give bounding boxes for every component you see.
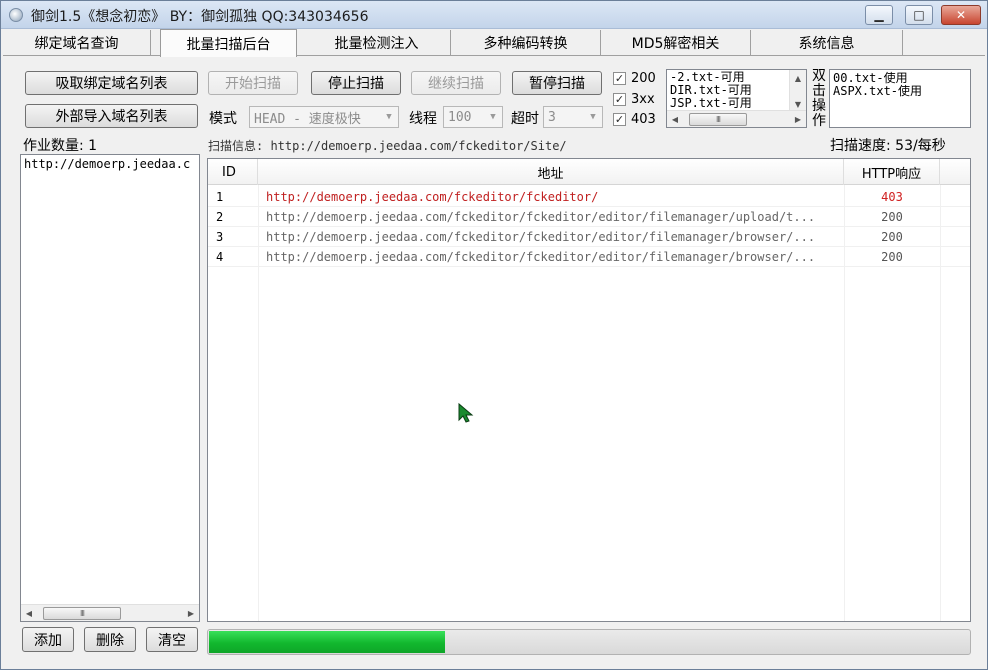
app-icon [9, 8, 23, 22]
row-id: 1 [216, 190, 224, 204]
stop-scan-button[interactable]: 停止扫描 [311, 71, 401, 95]
row-id: 2 [216, 210, 224, 224]
continue-scan-button[interactable]: 继续扫描 [411, 71, 501, 95]
row-id: 3 [216, 230, 224, 244]
tab-strip: 绑定域名查询 批量扫描后台 批量检测注入 多种编码转换 MD5解密相关 系统信息 [3, 29, 985, 57]
add-button[interactable]: 添加 [22, 627, 74, 652]
domain-list[interactable]: http://demoerp.jeedaa.c ◀ III ▶ [20, 154, 200, 622]
threads-select-value: 100 [448, 109, 472, 125]
row-url: http://demoerp.jeedaa.com/fckeditor/fcke… [266, 250, 816, 264]
in-use-dict-list[interactable]: 00.txt-使用 ASPX.txt-使用 [829, 69, 971, 128]
chevron-down-icon[interactable]: ▼ [584, 107, 602, 127]
timeout-label: 超时 [511, 111, 539, 127]
minimize-button[interactable]: ▁ [865, 5, 893, 25]
import-domain-list-button[interactable]: 外部导入域名列表 [25, 104, 198, 128]
checkbox-403[interactable]: ✓ [613, 112, 626, 126]
tab-domain-query[interactable]: 绑定域名查询 [3, 30, 151, 56]
clear-button[interactable]: 清空 [146, 627, 198, 652]
filter-3xx[interactable]: ✓ 3xx [613, 90, 655, 108]
filter-200-label: 200 [631, 70, 656, 86]
row-url: http://demoerp.jeedaa.com/fckeditor/fcke… [266, 210, 816, 224]
timeout-select[interactable]: 3 ▼ [543, 106, 603, 128]
scroll-up-icon[interactable]: ▲ [790, 70, 806, 86]
tab-batch-scan[interactable]: 批量扫描后台 [160, 29, 297, 57]
delete-button[interactable]: 删除 [84, 627, 136, 652]
table-row[interactable]: 2 http://demoerp.jeedaa.com/fckeditor/fck… [208, 207, 970, 227]
tab-md5[interactable]: MD5解密相关 [601, 30, 751, 56]
timeout-select-value: 3 [548, 109, 556, 125]
double-click-hint: 双击操作 [812, 68, 826, 129]
mode-select-value: HEAD - 速度极快 [254, 111, 361, 127]
filter-403[interactable]: ✓ 403 [613, 110, 656, 128]
maximize-button[interactable]: □ [905, 5, 933, 25]
row-http-code: 200 [881, 210, 903, 224]
column-header-url[interactable]: 地址 [258, 159, 844, 185]
scan-info: 扫描信息: http://demoerp.jeedaa.com/fckedito… [208, 139, 567, 153]
table-row[interactable]: 3 http://demoerp.jeedaa.com/fckeditor/fck… [208, 227, 970, 247]
dict-list-hscrollbar[interactable]: ◀ III ▶ [667, 110, 806, 127]
dict-list-vscrollbar[interactable]: ▲ ▼ [789, 70, 806, 112]
row-id: 4 [216, 250, 224, 264]
table-header: ID 地址 HTTP响应 [208, 159, 970, 185]
column-header-http[interactable]: HTTP响应 [844, 159, 940, 185]
scan-speed: 扫描速度: 53/每秒 [830, 138, 946, 154]
tab-batch-injection[interactable]: 批量检测注入 [303, 30, 451, 56]
threads-label: 线程 [409, 111, 437, 127]
checkbox-200[interactable]: ✓ [613, 71, 626, 85]
mouse-cursor-icon [458, 402, 474, 423]
chevron-down-icon[interactable]: ▼ [484, 107, 502, 127]
results-table[interactable]: ID 地址 HTTP响应 1 http://demoerp.jeedaa.com/… [207, 158, 971, 622]
title-bar[interactable]: 御剑1.5《想念初恋》 BY：御剑孤独 QQ:343034656 ▁ □ ✕ [1, 1, 987, 29]
row-http-code: 200 [881, 230, 903, 244]
tab-system-info[interactable]: 系统信息 [751, 30, 903, 56]
row-http-code: 200 [881, 250, 903, 264]
table-row[interactable]: 4 http://demoerp.jeedaa.com/fckeditor/fck… [208, 247, 970, 267]
domain-list-hscrollbar[interactable]: ◀ III ▶ [21, 604, 199, 621]
grid-line [208, 266, 970, 267]
chevron-down-icon[interactable]: ▼ [380, 107, 398, 127]
progress-fill [209, 631, 445, 653]
scan-progress-bar [207, 629, 971, 655]
scroll-right-icon[interactable]: ▶ [183, 605, 199, 621]
checkbox-3xx[interactable]: ✓ [613, 92, 626, 106]
column-header-id[interactable]: ID [208, 159, 258, 185]
window-title: 御剑1.5《想念初恋》 BY：御剑孤独 QQ:343034656 [31, 9, 369, 25]
start-scan-button[interactable]: 开始扫描 [208, 71, 298, 95]
pause-scan-button[interactable]: 暂停扫描 [512, 71, 602, 95]
filter-200[interactable]: ✓ 200 [613, 69, 656, 87]
scroll-right-icon[interactable]: ▶ [790, 111, 806, 127]
filter-403-label: 403 [631, 111, 656, 127]
row-url: http://demoerp.jeedaa.com/fckeditor/fcke… [266, 190, 599, 204]
dict-item[interactable]: JSP.txt-可用 [667, 97, 789, 110]
scroll-thumb[interactable]: III [43, 607, 121, 620]
threads-select[interactable]: 100 ▼ [443, 106, 503, 128]
job-count: 作业数量: 1 [23, 138, 98, 154]
scroll-thumb[interactable]: III [689, 113, 747, 126]
fetch-domain-list-button[interactable]: 吸取绑定域名列表 [25, 71, 198, 95]
available-dict-list[interactable]: -2.txt-可用 DIR.txt-可用 JSP.txt-可用 ▲ ▼ ◀ II… [666, 69, 807, 128]
close-button[interactable]: ✕ [941, 5, 981, 25]
mode-select[interactable]: HEAD - 速度极快 ▼ [249, 106, 399, 128]
table-row[interactable]: 1 http://demoerp.jeedaa.com/fckeditor/fck… [208, 187, 970, 207]
filter-3xx-label: 3xx [631, 91, 655, 107]
mode-label: 模式 [209, 111, 237, 127]
scroll-left-icon[interactable]: ◀ [21, 605, 37, 621]
dict-item[interactable]: ASPX.txt-使用 [830, 85, 970, 98]
domain-list-item[interactable]: http://demoerp.jeedaa.c [21, 158, 199, 171]
row-url: http://demoerp.jeedaa.com/fckeditor/fcke… [266, 230, 816, 244]
tab-encoding[interactable]: 多种编码转换 [451, 30, 601, 56]
scroll-left-icon[interactable]: ◀ [667, 111, 683, 127]
app-window: 御剑1.5《想念初恋》 BY：御剑孤独 QQ:343034656 ▁ □ ✕ 绑… [0, 0, 988, 670]
row-http-code: 403 [881, 190, 903, 204]
